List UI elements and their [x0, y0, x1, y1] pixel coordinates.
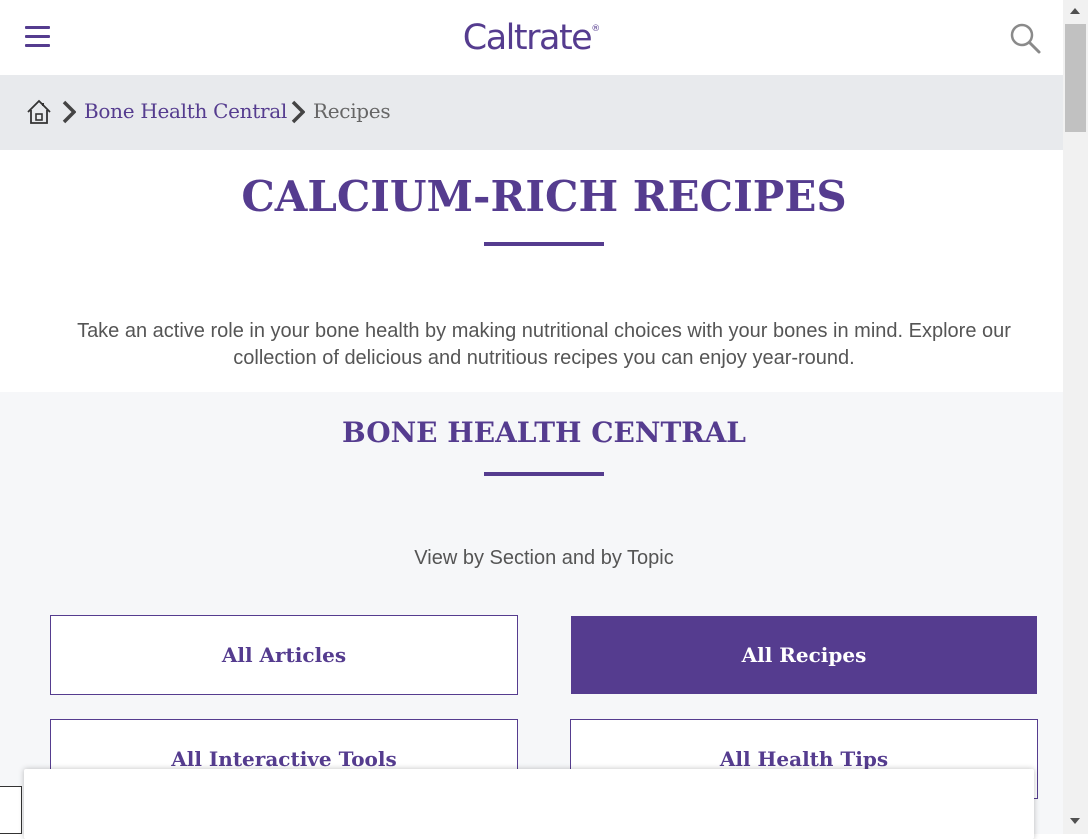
view-by-subtitle: View by Section and by Topic: [414, 547, 674, 569]
chevron-right-icon: [291, 100, 305, 124]
scroll-down-arrow-icon[interactable]: [1070, 818, 1080, 824]
caltrate-logo[interactable]: Caltrate®: [0, 18, 1063, 58]
side-tab[interactable]: [0, 786, 22, 834]
section-title-underline: [484, 472, 604, 476]
bottom-overlay-panel: [24, 769, 1034, 839]
home-icon[interactable]: [26, 99, 52, 125]
scroll-up-arrow-icon[interactable]: [1070, 8, 1080, 14]
all-recipes-button[interactable]: All Recipes: [571, 616, 1037, 694]
all-articles-button[interactable]: All Articles: [50, 615, 518, 695]
logo-text: Caltrate: [462, 18, 593, 58]
scrollbar-thumb[interactable]: [1065, 24, 1086, 132]
section-title: BONE HEALTH CENTRAL: [342, 416, 746, 449]
chevron-right-icon: [62, 100, 76, 124]
page-title: CALCIUM-RICH RECIPES: [241, 172, 847, 221]
registered-mark: ®: [591, 24, 601, 34]
search-icon[interactable]: [1008, 22, 1042, 56]
title-underline: [484, 242, 604, 246]
intro-text: Take an active role in your bone health …: [77, 320, 1011, 369]
breadcrumb-current-recipes: Recipes: [313, 99, 391, 123]
breadcrumb-link-bone-health-central[interactable]: Bone Health Central: [84, 99, 287, 123]
